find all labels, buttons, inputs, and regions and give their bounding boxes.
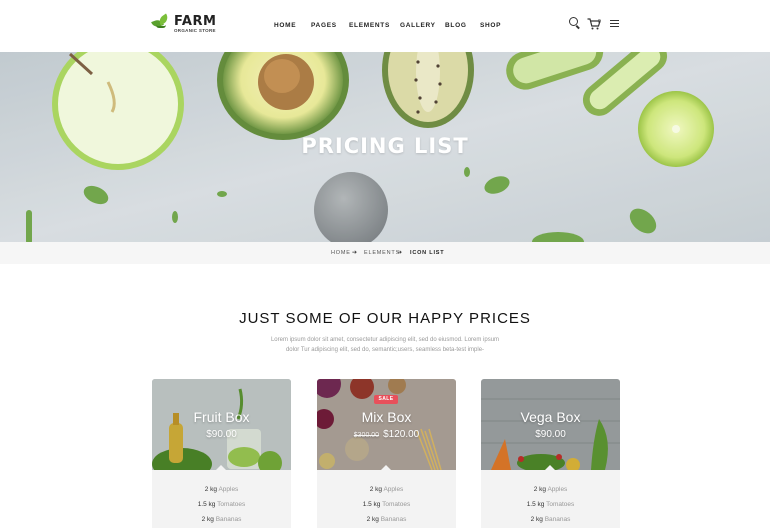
list-item: 2 kg Apples [369,486,404,493]
sale-badge: SALE [374,395,398,404]
list-item: 2 kg Bananas [366,516,407,523]
card-price: $90.00 [152,429,291,440]
pricing-card-mix-box[interactable]: SALE Mix Box $300.00 $120.00 2 kg Apples … [317,379,456,528]
feature-list: 2 kg Apples 1.5 kg Tomatoes 2 kg Bananas [152,485,291,528]
site-header: FARM ORGANIC STORE HOME PAGES ELEMENTS G… [0,0,770,52]
section-description: Lorem ipsum dolor sit amet, consectetur … [270,337,500,353]
nav-blog[interactable]: BLOG [445,22,467,29]
nav-pages[interactable]: PAGES [311,22,337,29]
list-item: 2 kg Apples [204,486,239,493]
arrow-right-icon: ➔ [397,250,403,256]
breadcrumb: HOME ➔ ELEMENTS ➔ ICON LIST [0,242,770,264]
pricing-card-vega-box[interactable]: Vega Box $90.00 2 kg Apples 1.5 kg Tomat… [481,379,620,528]
card-title: Fruit Box [193,409,250,425]
leaf-icon [151,13,172,34]
hamburger-menu-icon[interactable] [610,20,619,29]
page-title: PRICING LIST [301,134,469,158]
card-notch [545,465,555,470]
breadcrumb-home[interactable]: HOME [331,250,351,256]
breadcrumb-current: ICON LIST [410,250,445,256]
pricing-card-fruit-box[interactable]: Fruit Box $90.00 2 kg Apples 1.5 kg Toma… [152,379,291,528]
nav-gallery[interactable]: GALLERY [400,22,436,29]
nav-elements[interactable]: ELEMENTS [349,22,390,29]
nav-home[interactable]: HOME [274,22,296,29]
breadcrumb-elements[interactable]: ELEMENTS [364,250,400,256]
list-item: 1.5 kg Tomatoes [197,501,246,508]
feature-list: 2 kg Apples 1.5 kg Tomatoes 2 kg Bananas [317,485,456,528]
list-item: 2 kg Bananas [530,516,571,523]
nav-shop[interactable]: SHOP [480,22,501,29]
feature-list: 2 kg Apples 1.5 kg Tomatoes 2 kg Bananas [481,485,620,528]
list-item: 1.5 kg Tomatoes [526,501,575,508]
list-item: 2 kg Bananas [201,516,242,523]
cart-count-badge: 0 [598,19,601,25]
list-item: 1.5 kg Tomatoes [362,501,411,508]
arrow-right-icon: ➔ [352,250,358,256]
card-title: Mix Box [361,409,412,425]
card-notch [381,465,391,470]
card-title: Vega Box [520,409,581,425]
brand-logo[interactable]: FARM ORGANIC STORE [151,13,217,34]
brand-name: FARM [174,13,217,29]
card-old-price: $300.00 [353,432,380,439]
card-price-value: $90.00 [535,429,566,440]
brand-tagline: ORGANIC STORE [174,27,216,33]
card-notch [216,465,226,470]
card-price-value: $90.00 [206,429,237,440]
search-icon[interactable] [569,17,581,29]
card-price-value: $120.00 [383,429,420,440]
card-price: $300.00 $120.00 [317,429,456,440]
card-price: $90.00 [481,429,620,440]
section-title: JUST SOME OF OUR HAPPY PRICES [239,310,531,327]
list-item: 2 kg Apples [533,486,568,493]
